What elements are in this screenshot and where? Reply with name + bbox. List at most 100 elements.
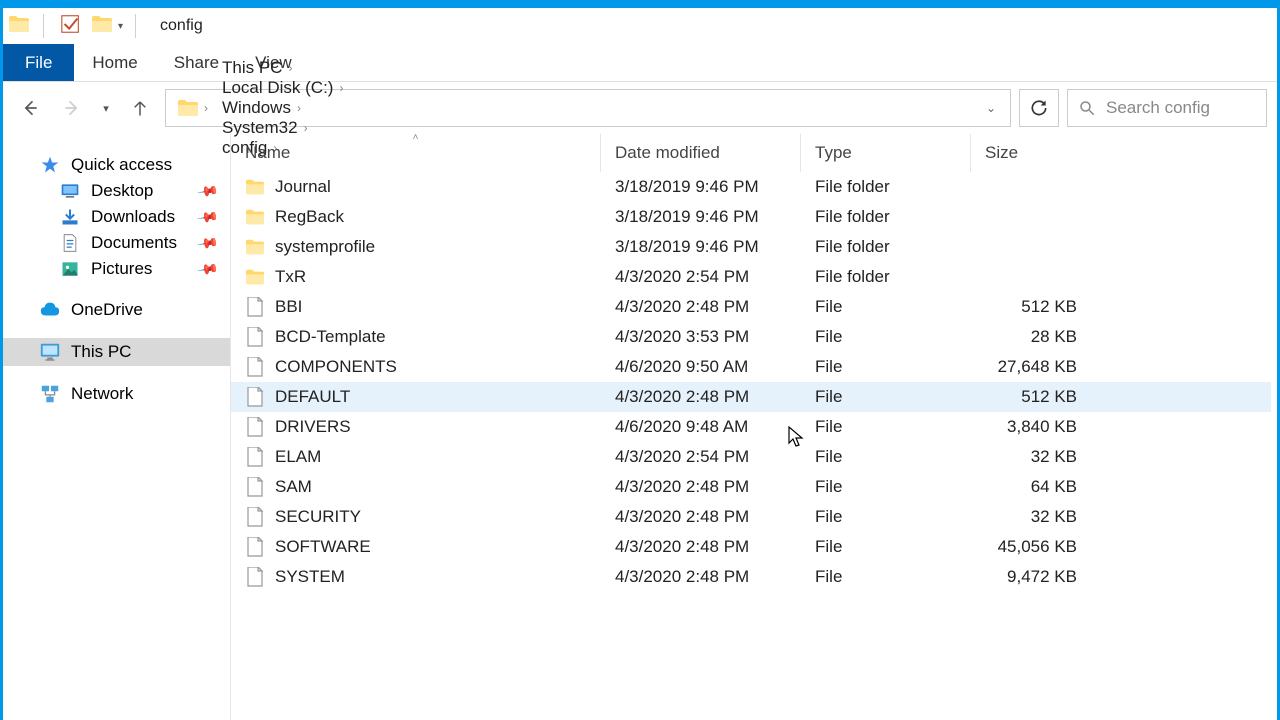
- sidebar-network[interactable]: Network: [3, 380, 230, 408]
- file-type: File: [801, 567, 971, 587]
- file-date: 4/3/2020 2:48 PM: [601, 537, 801, 557]
- pin-icon: 📌: [195, 205, 219, 229]
- column-date[interactable]: Date modified: [601, 134, 801, 172]
- address-bar[interactable]: › This PC›Local Disk (C:)›Windows›System…: [165, 89, 1011, 127]
- file-row[interactable]: BCD-Template 4/3/2020 3:53 PM File 28 KB: [231, 322, 1271, 352]
- sidebar-item-label: Pictures: [91, 259, 152, 279]
- file-row[interactable]: SAM 4/3/2020 2:48 PM File 64 KB: [231, 472, 1271, 502]
- qat-properties-icon[interactable]: [60, 13, 82, 40]
- file-type: File folder: [801, 207, 971, 227]
- file-icon: [245, 387, 265, 407]
- folder-icon: [245, 267, 265, 287]
- sidebar-label: Quick access: [71, 155, 172, 175]
- addr-root-icon[interactable]: ›: [172, 90, 214, 126]
- file-name: ELAM: [275, 447, 321, 467]
- file-type: File: [801, 357, 971, 377]
- file-name: Journal: [275, 177, 331, 197]
- column-size[interactable]: Size: [971, 134, 1091, 172]
- file-date: 3/18/2019 9:46 PM: [601, 237, 801, 257]
- sidebar-item[interactable]: Pictures 📌: [3, 256, 230, 282]
- up-button[interactable]: [123, 91, 157, 125]
- file-type: File folder: [801, 177, 971, 197]
- file-row[interactable]: ELAM 4/3/2020 2:54 PM File 32 KB: [231, 442, 1271, 472]
- chevron-right-icon[interactable]: ›: [204, 101, 208, 115]
- qat-newfolder-icon[interactable]: [92, 16, 112, 37]
- title-bar: ▾ config: [3, 8, 1277, 44]
- breadcrumb-label: Local Disk (C:): [222, 78, 333, 98]
- nav-row: ▾ › This PC›Local Disk (C:)›Windows›Syst…: [3, 82, 1277, 134]
- tab-home[interactable]: Home: [74, 44, 155, 81]
- folder-row[interactable]: RegBack 3/18/2019 9:46 PM File folder: [231, 202, 1271, 232]
- file-row[interactable]: DEFAULT 4/3/2020 2:48 PM File 512 KB: [231, 382, 1271, 412]
- file-name: systemprofile: [275, 237, 375, 257]
- folder-type-icon: [59, 207, 81, 227]
- sidebar-onedrive[interactable]: OneDrive: [3, 296, 230, 324]
- folder-row[interactable]: Journal 3/18/2019 9:46 PM File folder: [231, 172, 1271, 202]
- file-list: Journal 3/18/2019 9:46 PM File folder Re…: [231, 172, 1271, 592]
- file-row[interactable]: DRIVERS 4/6/2020 9:48 AM File 3,840 KB: [231, 412, 1271, 442]
- file-name: DRIVERS: [275, 417, 351, 437]
- refresh-button[interactable]: [1019, 89, 1059, 127]
- pin-icon: 📌: [195, 231, 219, 255]
- chevron-right-icon[interactable]: ›: [288, 61, 292, 75]
- column-type[interactable]: Type: [801, 134, 971, 172]
- file-type: File: [801, 417, 971, 437]
- file-icon: [245, 357, 265, 377]
- file-icon: [245, 297, 265, 317]
- file-row[interactable]: SYSTEM 4/3/2020 2:48 PM File 9,472 KB: [231, 562, 1271, 592]
- chevron-right-icon[interactable]: ›: [297, 101, 301, 115]
- address-dropdown-icon[interactable]: ⌄: [978, 101, 1004, 115]
- file-type: File: [801, 507, 971, 527]
- file-pane: ˄ Name Date modified Type Size Journal 3…: [231, 134, 1277, 720]
- file-size: 32 KB: [971, 447, 1091, 467]
- file-icon: [245, 537, 265, 557]
- file-icon: [245, 477, 265, 497]
- sidebar-item-label: Desktop: [91, 181, 153, 201]
- file-row[interactable]: COMPONENTS 4/6/2020 9:50 AM File 27,648 …: [231, 352, 1271, 382]
- folder-icon: [245, 207, 265, 227]
- breadcrumb[interactable]: Local Disk (C:) ›: [216, 78, 349, 98]
- file-type: File folder: [801, 237, 971, 257]
- sidebar-item-label: Documents: [91, 233, 177, 253]
- search-icon: [1078, 99, 1096, 117]
- file-icon: [245, 507, 265, 527]
- breadcrumb[interactable]: This PC›: [216, 58, 349, 78]
- file-date: 4/6/2020 9:50 AM: [601, 357, 801, 377]
- sidebar-this-pc[interactable]: This PC: [3, 338, 230, 366]
- folder-row[interactable]: systemprofile 3/18/2019 9:46 PM File fol…: [231, 232, 1271, 262]
- file-date: 3/18/2019 9:46 PM: [601, 207, 801, 227]
- sort-asc-icon: ˄: [413, 134, 419, 143]
- file-type: File: [801, 297, 971, 317]
- window-icon: [9, 16, 31, 36]
- sidebar-item[interactable]: Documents 📌: [3, 230, 230, 256]
- file-row[interactable]: BBI 4/3/2020 2:48 PM File 512 KB: [231, 292, 1271, 322]
- file-name: SAM: [275, 477, 312, 497]
- sidebar-quick-access[interactable]: Quick access: [3, 152, 230, 178]
- breadcrumb[interactable]: Windows›: [216, 98, 349, 118]
- file-name: BBI: [275, 297, 302, 317]
- file-name: TxR: [275, 267, 306, 287]
- sidebar-item[interactable]: Desktop 📌: [3, 178, 230, 204]
- file-date: 4/3/2020 2:48 PM: [601, 477, 801, 497]
- folder-row[interactable]: TxR 4/3/2020 2:54 PM File folder: [231, 262, 1271, 292]
- qat-dropdown-icon[interactable]: ▾: [118, 21, 123, 32]
- history-dropdown-icon[interactable]: ▾: [97, 102, 115, 115]
- file-icon: [245, 417, 265, 437]
- search-box[interactable]: Search config: [1067, 89, 1267, 127]
- column-name[interactable]: ˄ Name: [231, 134, 601, 172]
- chevron-right-icon[interactable]: ›: [304, 121, 308, 135]
- forward-button[interactable]: [55, 91, 89, 125]
- file-size: 9,472 KB: [971, 567, 1091, 587]
- file-type: File: [801, 327, 971, 347]
- tab-file[interactable]: File: [3, 44, 74, 81]
- back-button[interactable]: [13, 91, 47, 125]
- file-row[interactable]: SECURITY 4/3/2020 2:48 PM File 32 KB: [231, 502, 1271, 532]
- file-name: DEFAULT: [275, 387, 350, 407]
- file-date: 4/3/2020 3:53 PM: [601, 327, 801, 347]
- chevron-right-icon[interactable]: ›: [339, 81, 343, 95]
- sidebar-item[interactable]: Downloads 📌: [3, 204, 230, 230]
- file-size: 28 KB: [971, 327, 1091, 347]
- file-row[interactable]: SOFTWARE 4/3/2020 2:48 PM File 45,056 KB: [231, 532, 1271, 562]
- sidebar-label: OneDrive: [71, 300, 143, 320]
- folder-icon: [245, 177, 265, 197]
